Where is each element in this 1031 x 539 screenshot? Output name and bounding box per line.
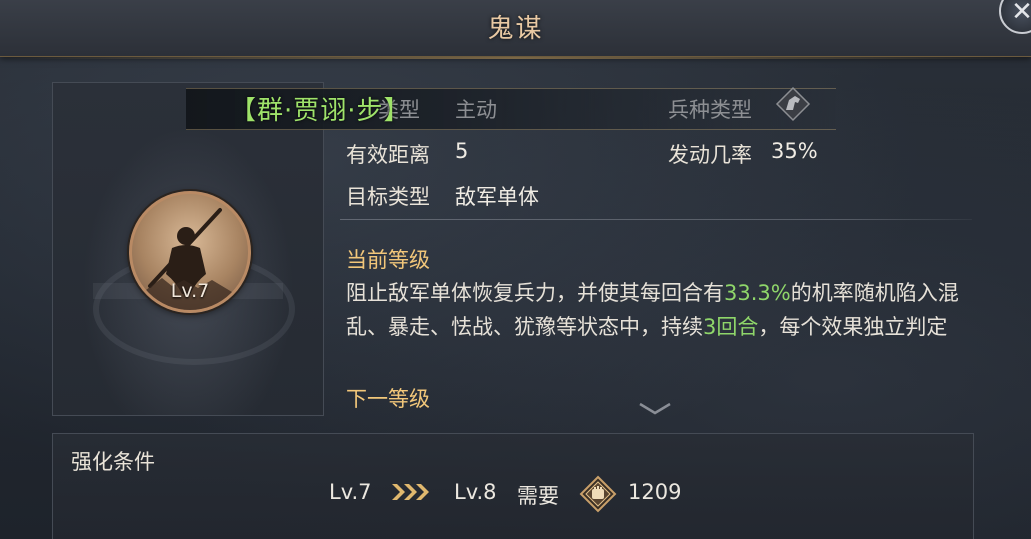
description-text: ，每个效果独立判定 <box>758 315 948 339</box>
range-label: 有效距离 <box>346 143 430 167</box>
trigger-rate-value: 35% <box>771 139 818 163</box>
window-title: 鬼谋 <box>487 14 544 44</box>
enhance-condition-title: 强化条件 <box>71 450 155 474</box>
chance-highlight: 33.3% <box>724 281 791 305</box>
skill-icon[interactable]: Lv.7 <box>129 191 251 313</box>
skill-level-badge: Lv.7 <box>170 280 210 302</box>
next-level-heading: 下一等级 <box>346 387 430 411</box>
tactic-type-value: 主动 <box>455 98 497 122</box>
require-label: 需要 <box>517 484 559 508</box>
target-type-value: 敌军单体 <box>455 185 539 209</box>
troop-type-label: 兵种类型 <box>668 98 752 122</box>
duration-highlight: 3回合 <box>703 315 759 339</box>
target-type-label: 目标类型 <box>346 185 430 209</box>
section-divider <box>340 219 972 220</box>
enhance-condition-panel <box>52 433 974 539</box>
skill-portrait-panel: Lv.7 <box>52 82 324 416</box>
range-value: 5 <box>455 139 469 163</box>
skill-detail-screen: 鬼谋 ✕ Lv.7 类型 主动 兵种类型 【群·贾诩·步】 有效距离 5 发动几… <box>0 0 1031 539</box>
close-x-icon: ✕ <box>1011 0 1031 27</box>
description-text: 阻止敌军单体恢复兵力，并使其每回合有 <box>346 281 724 305</box>
scroll-down-icon[interactable] <box>638 402 672 416</box>
cavalry-horse-icon[interactable] <box>775 86 811 122</box>
title-bar: 鬼谋 <box>0 0 1031 59</box>
tactic-point-icon <box>579 475 617 513</box>
trigger-rate-label: 发动几率 <box>668 143 752 167</box>
faction-label: 【群·贾诩·步】 <box>230 96 411 126</box>
to-level: Lv.8 <box>454 480 497 504</box>
from-level: Lv.7 <box>329 480 372 504</box>
current-level-heading: 当前等级 <box>346 248 430 272</box>
cost-value: 1209 <box>628 480 682 504</box>
skill-description: 阻止敌军单体恢复兵力，并使其每回合有33.3%的机率随机陷入混乱、暴走、怯战、犹… <box>346 276 966 344</box>
upgrade-arrow-icon <box>392 484 429 500</box>
